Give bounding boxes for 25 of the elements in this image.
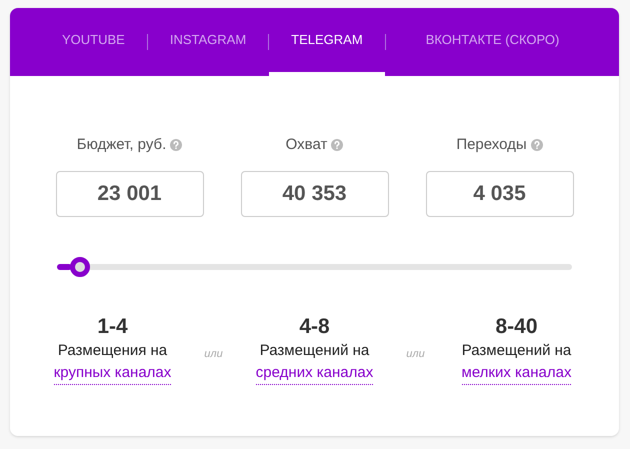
channel-link[interactable]: мелких каналах (462, 362, 572, 384)
channel-link[interactable]: крупных каналах (54, 362, 172, 384)
placement-text: Размещения на (58, 340, 168, 360)
help-icon[interactable] (170, 139, 182, 152)
tab[interactable]: YOUTUBE (40, 8, 147, 76)
field-label: Переходы (456, 135, 527, 155)
field-label: Охват (286, 135, 328, 155)
tab[interactable]: INSTAGRAM (148, 8, 268, 76)
placement-range: 8-40 (495, 314, 538, 340)
help-icon[interactable] (331, 139, 344, 152)
placement-range: 4-8 (299, 314, 330, 340)
value-field[interactable]: 23 001 (56, 170, 204, 216)
field-label: Бюджет, руб. (76, 135, 166, 155)
value-field[interactable]: 40 353 (240, 170, 388, 216)
or-separator: или (203, 346, 224, 362)
or-separator: или (405, 346, 426, 362)
placement-text: Размещений на (462, 340, 572, 360)
tab[interactable]: TELEGRAM (269, 8, 385, 76)
placement-range: 1-4 (97, 314, 128, 340)
slider-thumb[interactable] (70, 256, 90, 276)
value-field[interactable]: 4 035 (426, 170, 574, 216)
help-icon[interactable] (530, 139, 543, 152)
placement-text: Размещений на (260, 340, 370, 360)
tab[interactable]: ВКОНТАКТЕ (СКОРО) (386, 8, 600, 76)
channel-link[interactable]: средних каналах (256, 362, 374, 384)
